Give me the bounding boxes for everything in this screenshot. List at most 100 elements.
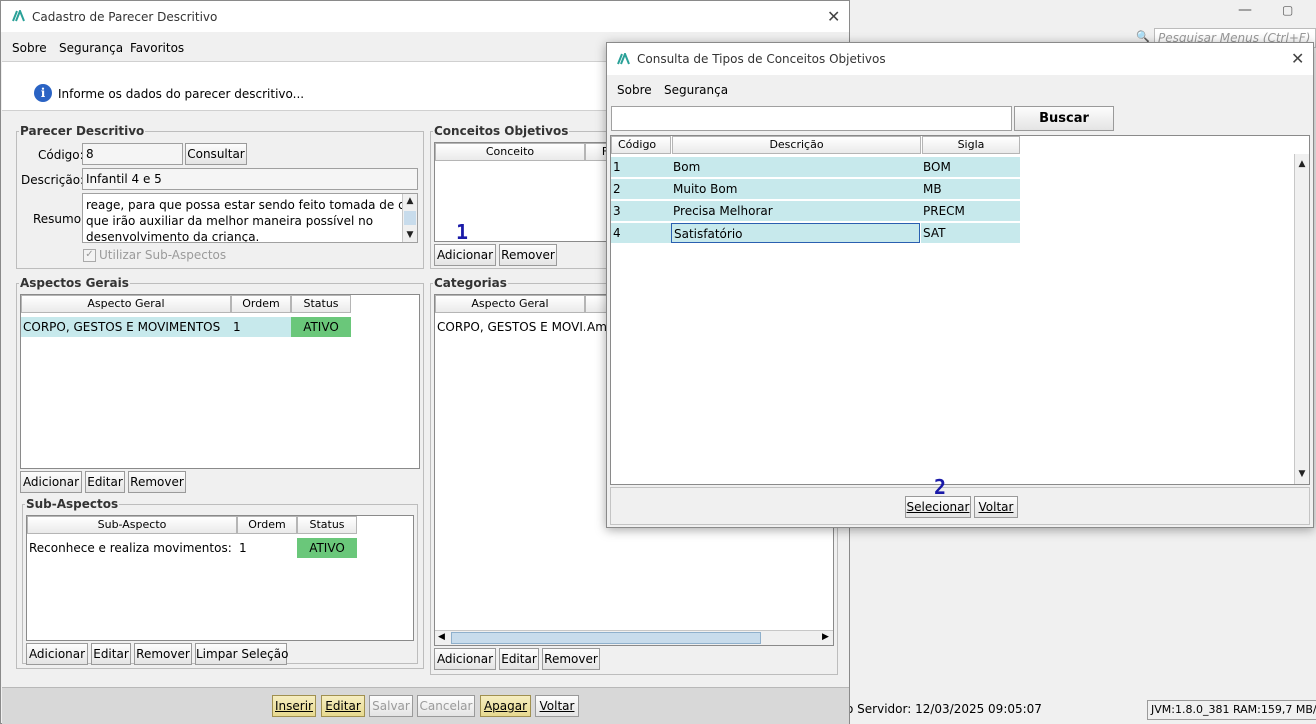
menu-sobre[interactable]: Sobre: [617, 83, 652, 97]
scroll-left-icon[interactable]: ◀: [438, 632, 445, 642]
dialog-vertical-scrollbar[interactable]: ▲ ▼: [1294, 154, 1309, 484]
col-ordem[interactable]: Ordem: [231, 295, 291, 313]
scroll-up-icon[interactable]: ▲: [403, 194, 417, 208]
group-aspectos-gerais: Aspectos Gerais Aspecto Geral Ordem Stat…: [16, 276, 424, 669]
group-title: Conceitos Objetivos: [433, 124, 570, 138]
aspectos-remove-button[interactable]: Remover: [128, 471, 186, 493]
scroll-down-icon[interactable]: ▼: [1295, 467, 1309, 481]
status-badge[interactable]: ATIVO: [291, 317, 351, 337]
sub-aspectos-checkbox-label: Utilizar Sub-Aspectos: [99, 248, 227, 262]
descricao-cell[interactable]: Precisa Melhorar: [671, 201, 921, 221]
codigo-field[interactable]: 8: [82, 143, 183, 165]
col-status[interactable]: Status: [297, 516, 357, 534]
buscar-button[interactable]: Buscar: [1014, 106, 1114, 131]
descricao-field[interactable]: Infantil 4 e 5: [82, 168, 418, 190]
codigo-cell[interactable]: 4: [611, 223, 671, 243]
col-conceito[interactable]: Conceito: [435, 143, 585, 161]
categorias-edit-button[interactable]: Editar: [499, 648, 539, 670]
close-icon[interactable]: ✕: [1291, 49, 1304, 68]
col-sigla[interactable]: Sigla: [922, 136, 1020, 154]
scroll-thumb[interactable]: [404, 211, 416, 225]
sub-remove-button[interactable]: Remover: [134, 643, 192, 665]
main-window-title: Cadastro de Parecer Descritivo: [32, 10, 218, 24]
scroll-up-icon[interactable]: ▲: [1295, 157, 1309, 171]
consultar-button[interactable]: Consultar: [185, 143, 247, 165]
apagar-button[interactable]: Apagar: [480, 695, 531, 717]
bottom-button-bar: Inserir Editar Salvar Cancelar Apagar Vo…: [2, 687, 849, 724]
conceitos-remove-button[interactable]: Remover: [499, 244, 557, 266]
dialog-title: Consulta de Tipos de Conceitos Objetivos: [637, 52, 886, 66]
col-codigo[interactable]: Código: [611, 136, 671, 154]
sigla-cell[interactable]: PRECM: [921, 201, 1020, 221]
descricao-cell[interactable]: Satisfatório: [671, 223, 920, 243]
status-jvm: JVM:1.8.0_381 RAM:159,7 MB/95: [1151, 703, 1316, 716]
scroll-down-icon[interactable]: ▼: [403, 228, 417, 242]
aspecto-cell[interactable]: CORPO, GESTOS E MOVIMENTOS: [21, 317, 231, 337]
codigo-label: Código:: [38, 148, 84, 162]
codigo-cell[interactable]: 1: [611, 157, 671, 177]
scroll-right-icon[interactable]: ▶: [822, 632, 829, 642]
dialog-titlebar: Consulta de Tipos de Conceitos Objetivos…: [607, 43, 1313, 75]
close-icon[interactable]: ✕: [827, 7, 840, 26]
ordem-cell[interactable]: 1: [237, 538, 297, 558]
maximize-icon[interactable]: ▢: [1282, 3, 1293, 17]
horizontal-scrollbar[interactable]: ◀ ▶: [435, 630, 833, 645]
aspectos-add-button[interactable]: Adicionar: [20, 471, 82, 493]
categorias-add-button[interactable]: Adicionar: [434, 648, 496, 670]
resumo-line: desenvolvimento da criança.: [86, 230, 260, 243]
col-aspecto-geral[interactable]: Aspecto Geral: [435, 295, 585, 313]
aspectos-table[interactable]: Aspecto Geral Ordem Status CORPO, GESTOS…: [20, 294, 420, 469]
minimize-icon[interactable]: —: [1238, 2, 1252, 18]
descricao-cell[interactable]: Muito Bom: [671, 179, 921, 199]
consulta-dialog: Consulta de Tipos de Conceitos Objetivos…: [606, 42, 1314, 528]
codigo-cell[interactable]: 3: [611, 201, 671, 221]
dialog-menubar: Sobre Segurança: [607, 76, 1313, 102]
menu-sobre[interactable]: Sobre: [12, 41, 47, 55]
col-sub-aspecto[interactable]: Sub-Aspecto: [27, 516, 237, 534]
cancelar-button[interactable]: Cancelar: [417, 695, 475, 717]
dialog-button-bar: Selecionar Voltar: [610, 487, 1310, 525]
status-badge[interactable]: ATIVO: [297, 538, 357, 558]
ordem-cell[interactable]: 1: [231, 317, 291, 337]
col-aspecto-geral[interactable]: Aspecto Geral: [21, 295, 231, 313]
info-message: Informe os dados do parecer descritivo..…: [58, 87, 305, 101]
descricao-cell[interactable]: Bom: [671, 157, 921, 177]
resumo-scrollbar[interactable]: ▲ ▼: [402, 194, 417, 242]
categoria-aspecto-cell[interactable]: CORPO, GESTOS E MOVI...: [435, 317, 585, 337]
scroll-thumb[interactable]: [451, 632, 761, 644]
col-ordem[interactable]: Ordem: [237, 516, 297, 534]
col-status[interactable]: Status: [291, 295, 351, 313]
sub-aspectos-table[interactable]: Sub-Aspecto Ordem Status Reconhece e rea…: [26, 515, 414, 641]
descricao-label: Descrição:*: [21, 173, 91, 187]
menu-seguranca[interactable]: Segurança: [59, 41, 123, 55]
sub-aspectos-checkbox[interactable]: ✓: [83, 249, 96, 262]
categorias-remove-button[interactable]: Remover: [542, 648, 600, 670]
menu-favoritos[interactable]: Favoritos: [130, 41, 184, 55]
group-title: Sub-Aspectos: [25, 497, 120, 511]
codigo-cell[interactable]: 2: [611, 179, 671, 199]
tipos-conceitos-table[interactable]: Código Descrição Sigla 1 Bom BOM 2 Muito…: [610, 135, 1310, 485]
conceitos-add-button[interactable]: Adicionar: [434, 244, 496, 266]
salvar-button[interactable]: Salvar: [369, 695, 413, 717]
sigla-cell[interactable]: BOM: [921, 157, 1020, 177]
group-title: Categorias: [433, 276, 508, 290]
sigla-cell[interactable]: MB: [921, 179, 1020, 199]
resumo-textarea[interactable]: reage, para que possa estar sendo feito …: [82, 193, 418, 243]
inserir-button[interactable]: Inserir: [272, 695, 316, 717]
voltar-button[interactable]: Voltar: [535, 695, 579, 717]
selecionar-button[interactable]: Selecionar: [905, 496, 971, 518]
sub-add-button[interactable]: Adicionar: [26, 643, 88, 665]
sigla-cell[interactable]: SAT: [921, 223, 1020, 243]
editar-button[interactable]: Editar: [321, 695, 365, 717]
limpar-selecao-button[interactable]: Limpar Seleção: [195, 643, 288, 665]
dialog-search-input[interactable]: [611, 106, 1012, 131]
info-icon: i: [34, 84, 52, 102]
sub-aspecto-cell[interactable]: Reconhece e realiza movimentos:: [27, 538, 237, 558]
menu-seguranca[interactable]: Segurança: [664, 83, 728, 97]
dialog-voltar-button[interactable]: Voltar: [974, 496, 1018, 518]
main-titlebar: Cadastro de Parecer Descritivo ✕: [1, 1, 849, 32]
sub-edit-button[interactable]: Editar: [91, 643, 131, 665]
aspectos-edit-button[interactable]: Editar: [85, 471, 125, 493]
col-descricao[interactable]: Descrição: [672, 136, 921, 154]
app-logo-icon: [12, 10, 25, 22]
